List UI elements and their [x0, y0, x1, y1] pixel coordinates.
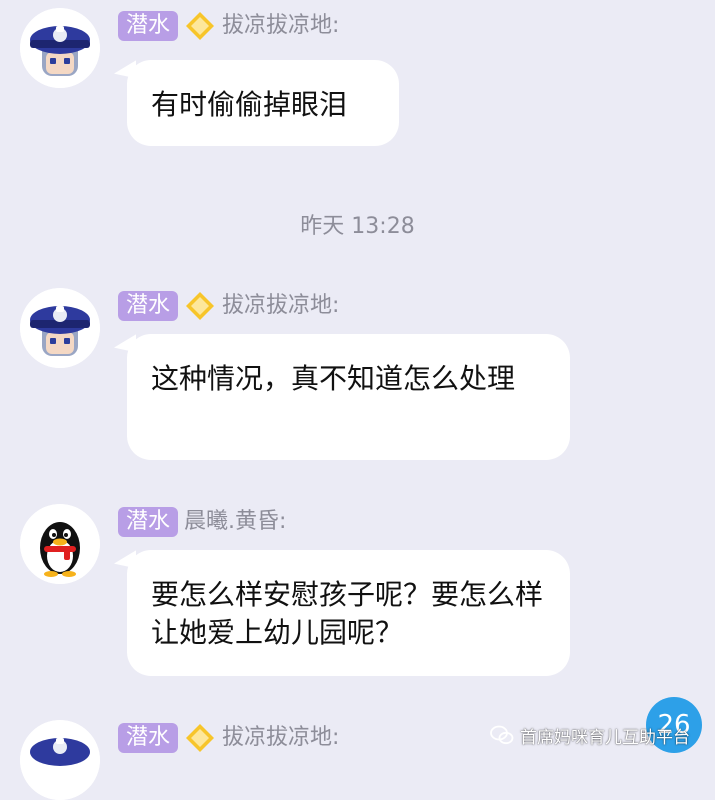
message-bubble[interactable]: 要怎么样安慰孩子呢？要怎么样让她爱上幼儿园呢？: [127, 550, 570, 676]
sailor-avatar-icon: [20, 720, 100, 800]
watermark-text: 首席妈咪育儿互助平台: [520, 727, 690, 748]
message-bubble[interactable]: 有时偷偷掉眼泪: [127, 60, 399, 146]
wechat-icon: [490, 725, 514, 745]
message-header: 潜水 拔凉拔凉地:: [118, 290, 339, 322]
message-text: 有时偷偷掉眼泪: [151, 88, 348, 121]
sailor-hat-avatar[interactable]: [20, 720, 100, 800]
message-text: 这种情况，真不知道怎么处理: [151, 362, 516, 395]
message-header: 潜水 拔凉拔凉地:: [118, 10, 339, 42]
member-badge: 潜水: [118, 507, 179, 537]
chat-area: 潜水 拔凉拔凉地: 有时偷偷掉眼泪 昨天 13:28 潜水 拔凉拔凉地: 这种情…: [0, 0, 715, 800]
message-header: 潜水 晨曦.黄昏:: [118, 506, 286, 538]
message-text: 要怎么样安慰孩子呢？要怎么样让她爱上幼儿园呢？: [151, 578, 544, 649]
sender-name: 拔凉拔凉地:: [222, 725, 340, 750]
sailor-avatar-icon: [20, 288, 100, 368]
sender-name: 拔凉拔凉地:: [222, 293, 340, 318]
sailor-avatar-icon: [20, 8, 100, 88]
member-badge: 潜水: [118, 11, 179, 41]
watermark: 首席妈咪育儿互助平台: [490, 720, 690, 750]
sailor-hat-avatar[interactable]: [20, 288, 100, 368]
penguin-avatar-icon: [20, 504, 100, 584]
message-item: 潜水 晨曦.黄昏: 要怎么样安慰孩子呢？要怎么样让她爱上幼儿园呢？: [0, 500, 715, 680]
message-item: 潜水 拔凉拔凉地: 有时偷偷掉眼泪: [0, 4, 715, 154]
diamond-icon: [186, 724, 215, 752]
diamond-icon: [186, 12, 215, 40]
timestamp-divider: 昨天 13:28: [300, 214, 415, 239]
qq-penguin-avatar[interactable]: [20, 504, 100, 584]
message-bubble[interactable]: 这种情况，真不知道怎么处理: [127, 334, 570, 460]
message-item: 潜水 拔凉拔凉地: 这种情况，真不知道怎么处理: [0, 284, 715, 464]
member-badge: 潜水: [118, 291, 179, 321]
sender-name: 晨曦.黄昏:: [184, 509, 287, 534]
diamond-icon: [186, 292, 215, 320]
sailor-hat-avatar[interactable]: [20, 8, 100, 88]
member-badge: 潜水: [118, 723, 179, 753]
message-header: 潜水 拔凉拔凉地:: [118, 722, 339, 754]
sender-name: 拔凉拔凉地:: [222, 13, 340, 38]
